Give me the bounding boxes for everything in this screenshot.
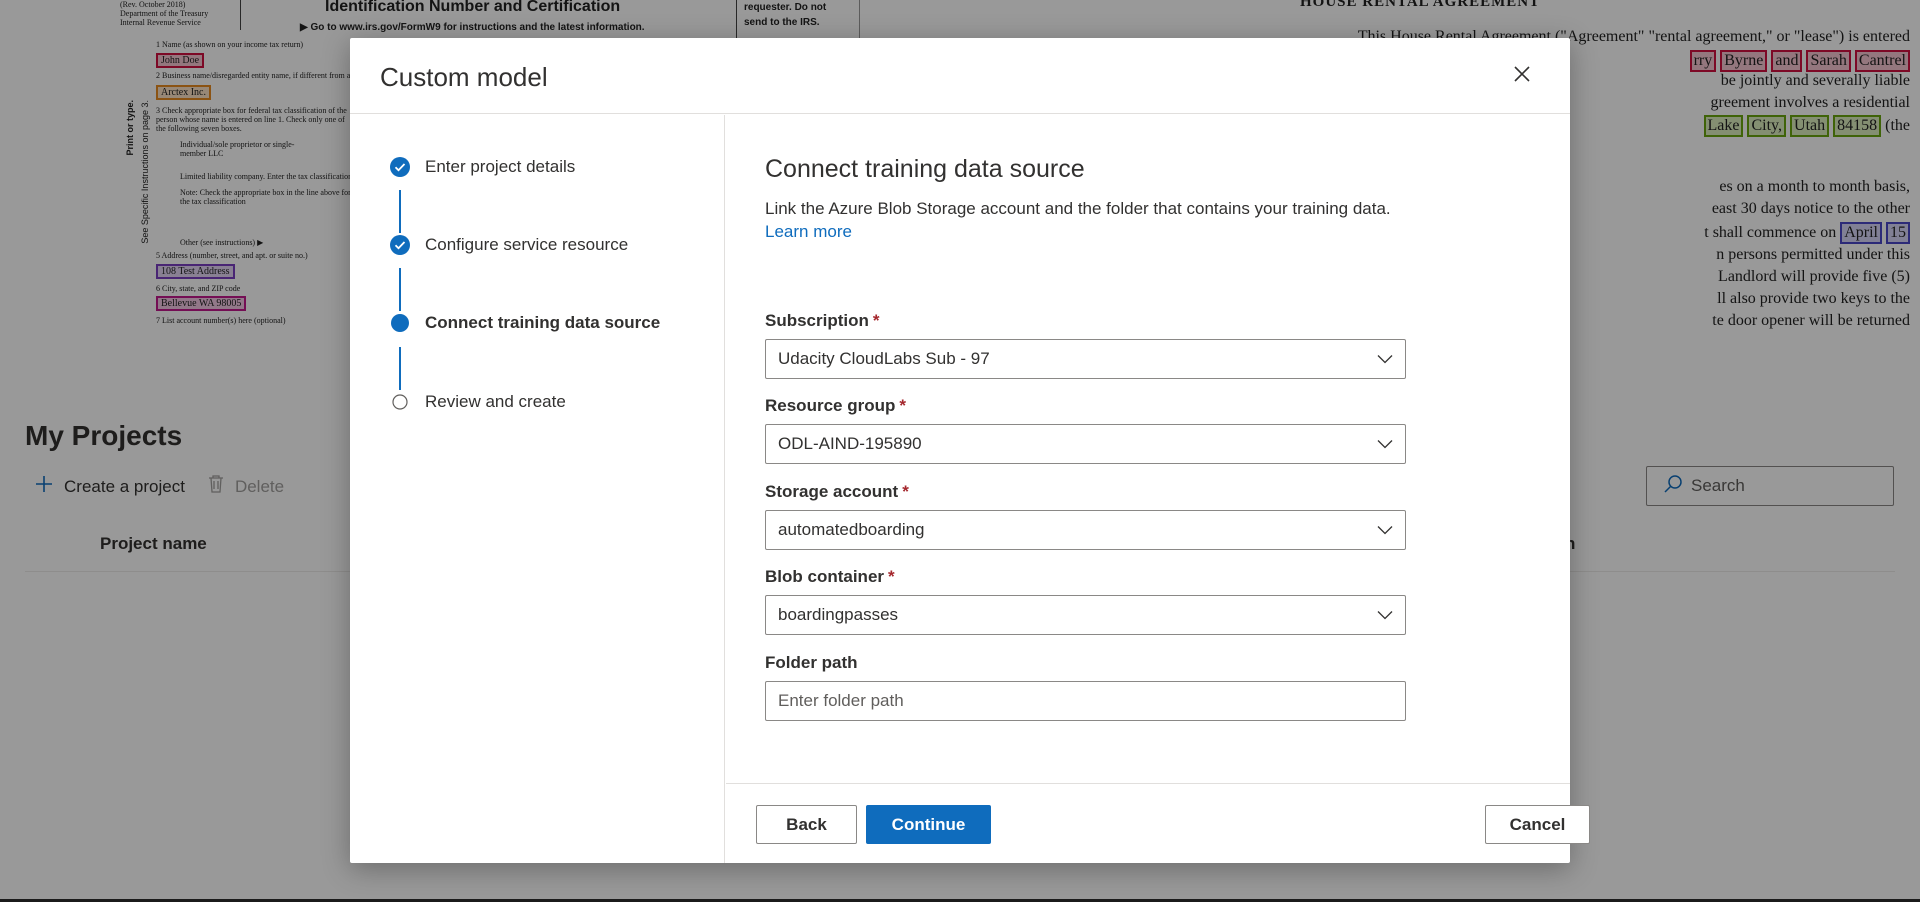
folder-path-field: Folder path — [765, 653, 1406, 721]
chevron-down-icon — [1377, 520, 1393, 540]
dialog-content: Connect training data source Link the Az… — [726, 115, 1570, 783]
dialog-footer: Back Continue Cancel — [726, 783, 1590, 863]
dialog-header: Custom model — [350, 38, 1570, 114]
checkmark-circle-icon — [390, 157, 410, 177]
wizard-stepper: Enter project details Configure service … — [350, 115, 725, 863]
back-button[interactable]: Back — [756, 805, 857, 844]
step-label: Connect training data source — [425, 313, 661, 332]
folder-path-label: Folder path — [765, 653, 858, 672]
step-label: Enter project details — [425, 157, 576, 176]
required-indicator: * — [899, 396, 906, 415]
label-text: Storage account — [765, 482, 899, 501]
required-indicator: * — [902, 482, 909, 501]
dropdown-value: Udacity CloudLabs Sub - 97 — [778, 349, 990, 368]
step-review-and-create[interactable]: Review and create — [390, 392, 566, 412]
current-step-dot-icon — [390, 313, 410, 333]
subscription-field: Subscription * Udacity CloudLabs Sub - 97 — [765, 311, 1406, 379]
blob-container-field: Blob container * boardingpasses — [765, 567, 1406, 635]
chevron-down-icon — [1377, 349, 1393, 369]
step-label: Review and create — [425, 392, 566, 411]
step-connector — [399, 347, 401, 390]
learn-more-link[interactable]: Learn more — [765, 222, 852, 241]
dropdown-value: boardingpasses — [778, 605, 899, 624]
required-indicator: * — [888, 567, 895, 586]
blob-container-dropdown[interactable]: boardingpasses — [765, 595, 1406, 635]
continue-button[interactable]: Continue — [866, 805, 991, 844]
resource-group-field: Resource group * ODL-AIND-195890 — [765, 396, 1406, 464]
resource-group-label: Resource group * — [765, 396, 1406, 416]
pending-step-circle-icon — [390, 392, 410, 412]
dialog-title: Custom model — [380, 62, 548, 92]
dropdown-value: automatedboarding — [778, 520, 925, 539]
section-description: Link the Azure Blob Storage account and … — [765, 197, 1405, 243]
chevron-down-icon — [1377, 605, 1393, 625]
label-text: Subscription — [765, 311, 869, 330]
close-icon — [1513, 65, 1531, 88]
label-text: Resource group — [765, 396, 896, 415]
subscription-dropdown[interactable]: Udacity CloudLabs Sub - 97 — [765, 339, 1406, 379]
step-connector — [399, 268, 401, 311]
close-button[interactable] — [1510, 64, 1534, 88]
required-indicator: * — [872, 311, 880, 330]
step-label: Configure service resource — [425, 235, 629, 254]
chevron-down-icon — [1377, 434, 1393, 454]
step-enter-project-details[interactable]: Enter project details — [390, 157, 575, 177]
folder-path-input[interactable] — [765, 681, 1406, 721]
subscription-label: Subscription * — [765, 311, 1406, 331]
dropdown-value: ODL-AIND-195890 — [778, 434, 922, 453]
resource-group-dropdown[interactable]: ODL-AIND-195890 — [765, 424, 1406, 464]
cancel-button[interactable]: Cancel — [1485, 805, 1590, 844]
custom-model-dialog: Custom model Enter project details Confi… — [350, 38, 1590, 863]
checkmark-circle-icon — [390, 235, 410, 255]
label-text: Blob container — [765, 567, 885, 586]
step-connect-training-data-source[interactable]: Connect training data source — [390, 313, 660, 333]
storage-account-label: Storage account * — [765, 482, 1406, 502]
storage-account-field: Storage account * automatedboarding — [765, 482, 1406, 550]
section-title: Connect training data source — [765, 155, 1085, 183]
storage-account-dropdown[interactable]: automatedboarding — [765, 510, 1406, 550]
description-text: Link the Azure Blob Storage account and … — [765, 199, 1391, 218]
step-connector — [399, 190, 401, 233]
blob-container-label: Blob container * — [765, 567, 1406, 587]
step-configure-service-resource[interactable]: Configure service resource — [390, 235, 628, 255]
